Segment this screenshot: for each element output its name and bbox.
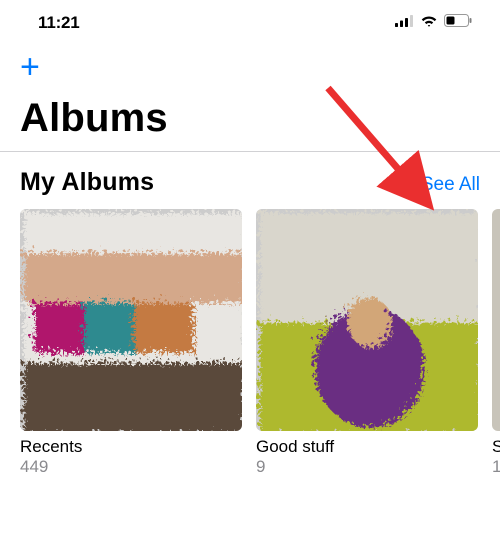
cellular-icon	[395, 14, 414, 32]
see-all-link[interactable]: See All	[421, 174, 480, 196]
album-count: 449	[20, 457, 242, 477]
album-thumbnail	[256, 209, 478, 431]
albums-scroll[interactable]: Recents 449 Good stuff 9	[0, 209, 500, 477]
album-item[interactable]: Good stuff 9	[256, 209, 478, 477]
album-title: Recents	[20, 437, 242, 457]
section-title: My Albums	[20, 168, 154, 197]
page-title: Albums	[0, 84, 500, 151]
album-count: 9	[256, 457, 478, 477]
add-album-button[interactable]: +	[20, 50, 40, 84]
album-item[interactable]: S 1	[492, 209, 500, 477]
album-item[interactable]: Recents 449	[20, 209, 242, 477]
battery-icon	[444, 14, 472, 32]
nav-bar: +	[0, 40, 500, 84]
album-title: Good stuff	[256, 437, 478, 457]
album-count: 1	[492, 457, 500, 477]
wifi-icon	[420, 14, 438, 32]
status-time: 11:21	[38, 13, 80, 33]
album-title: S	[492, 437, 500, 457]
section-header: My Albums See All	[0, 152, 500, 209]
status-icons	[395, 14, 472, 32]
status-bar: 11:21	[0, 0, 500, 40]
album-thumbnail	[492, 209, 500, 431]
album-thumbnail	[20, 209, 242, 431]
